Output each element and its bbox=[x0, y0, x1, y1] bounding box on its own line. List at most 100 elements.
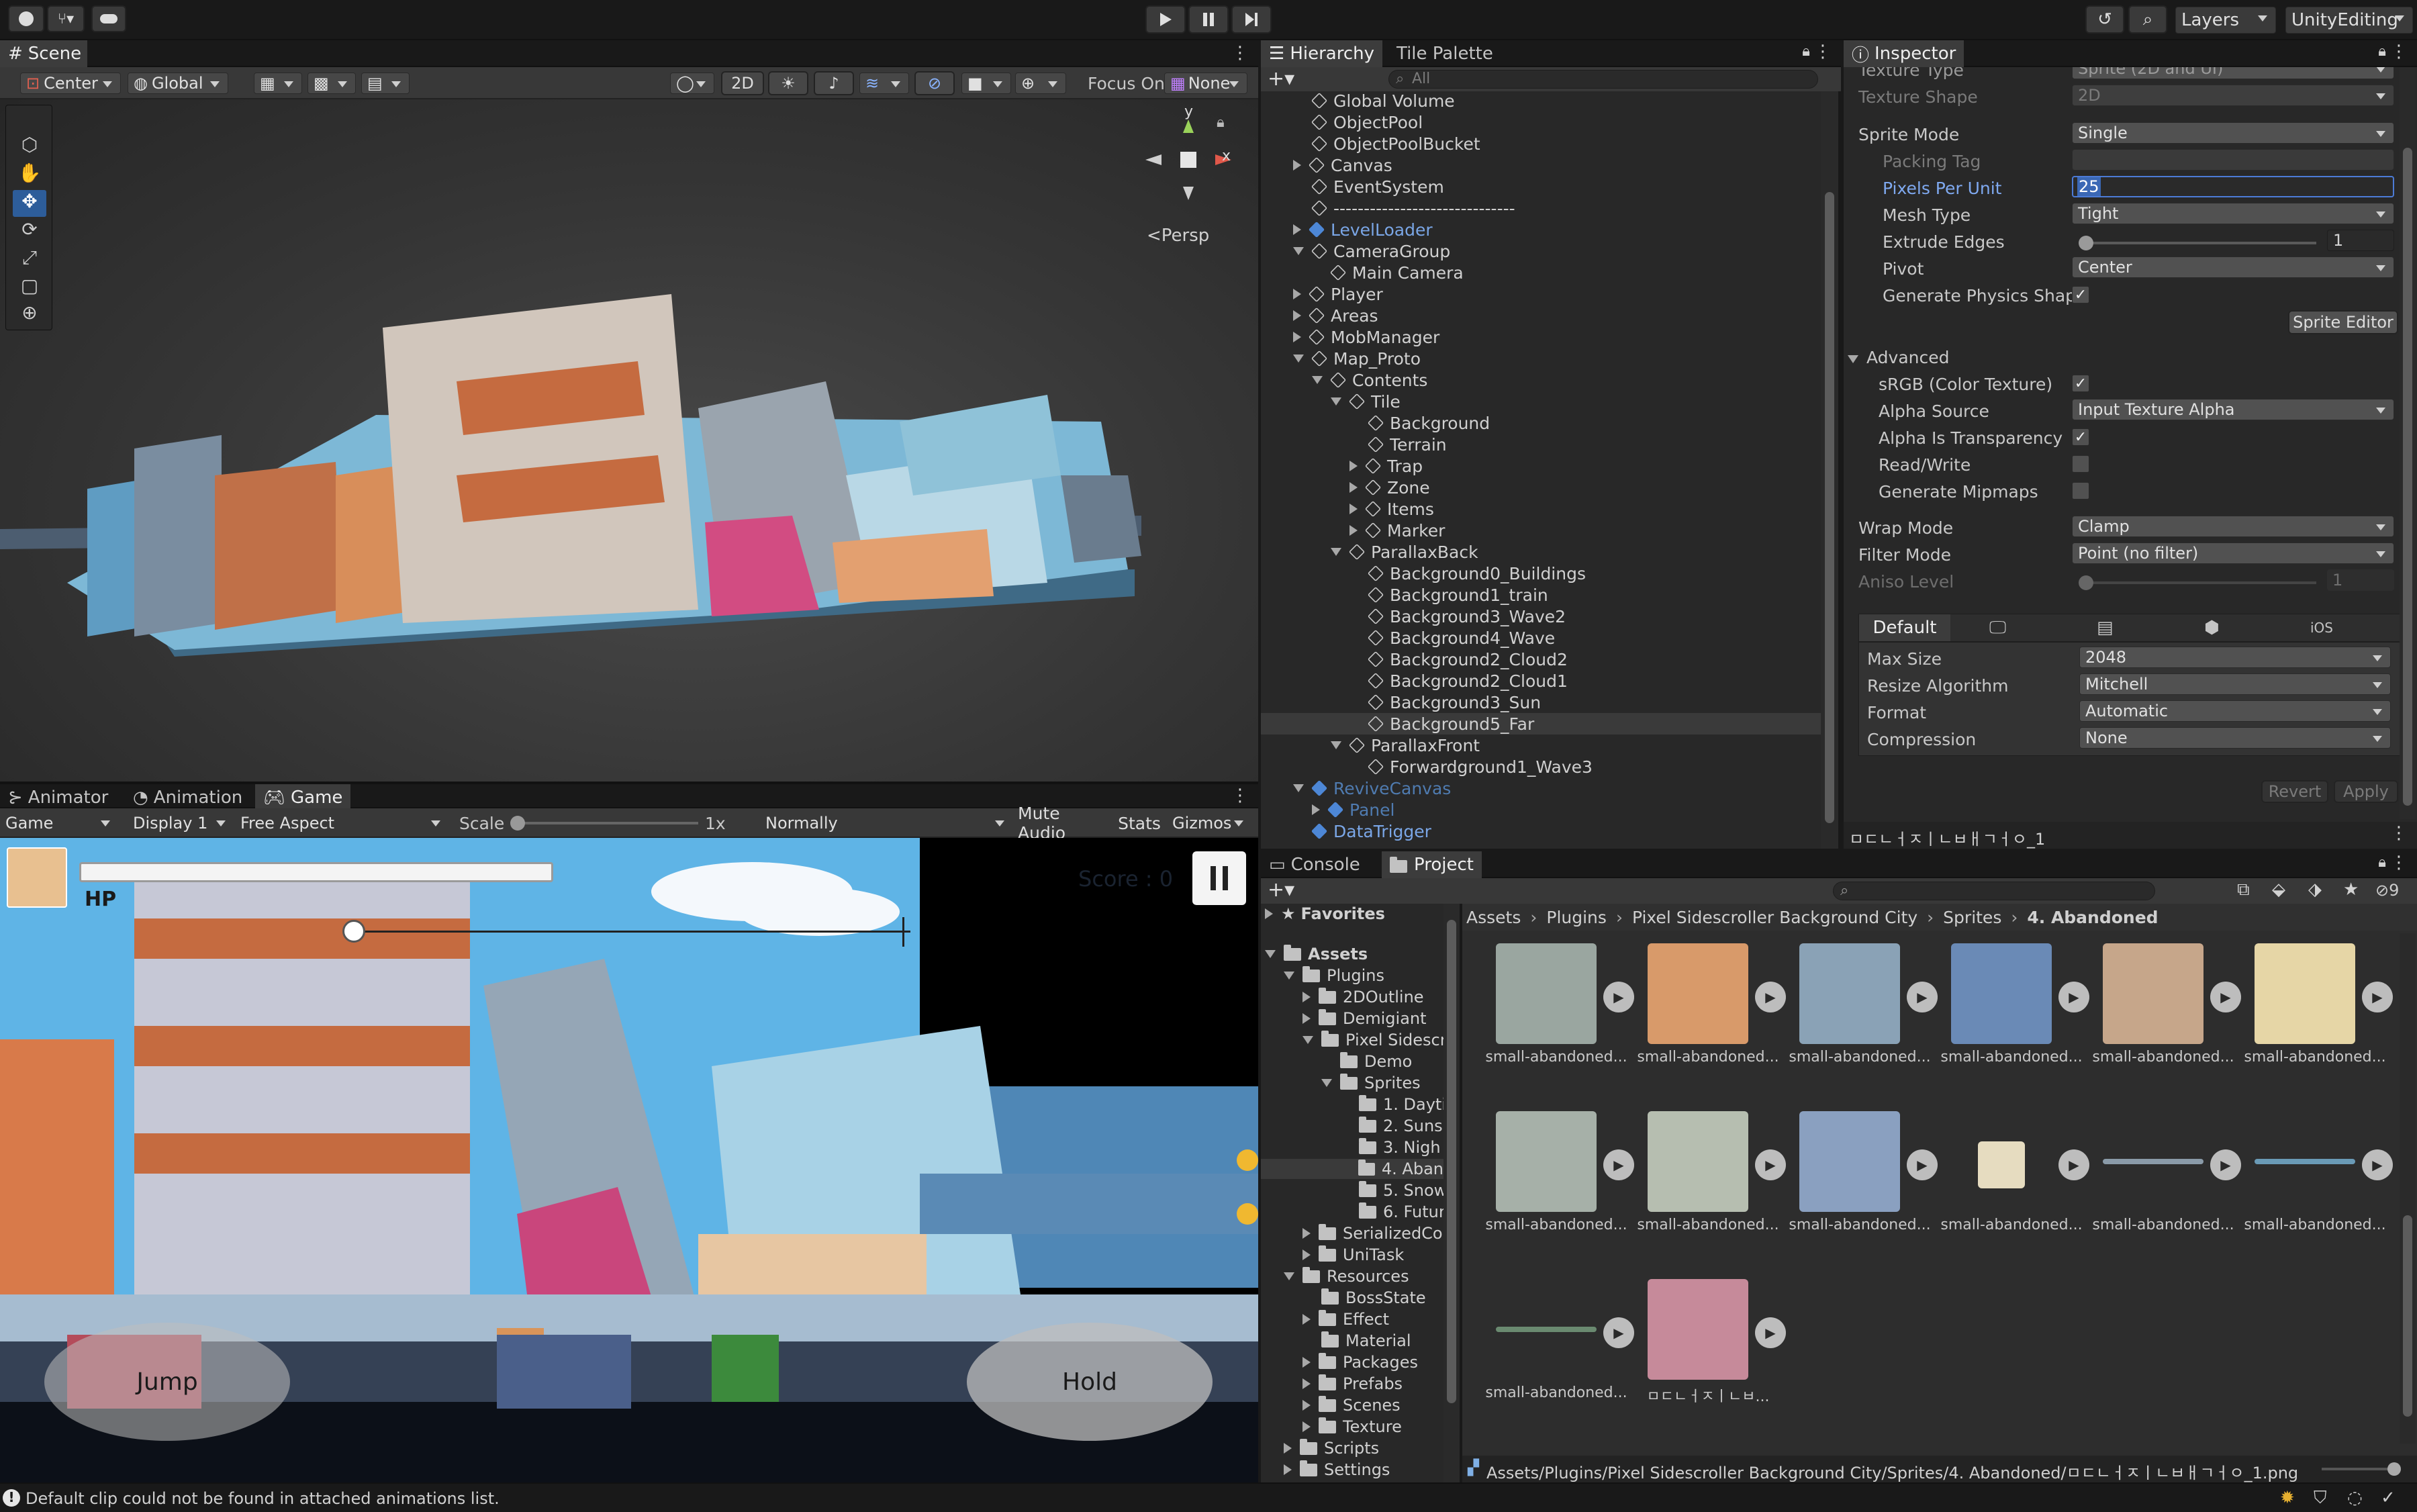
hierarchy-row[interactable]: ObjectPool bbox=[1293, 111, 1423, 133]
asset-tile[interactable]: ▶ small-abandoned... bbox=[2241, 1101, 2393, 1262]
chevron-down-icon[interactable] bbox=[1331, 397, 1341, 406]
alpha-transparency-checkbox[interactable]: ✓ bbox=[2072, 428, 2089, 446]
increment-snap-dropdown[interactable]: ▩ bbox=[307, 73, 356, 94]
breadcrumb-item[interactable]: Sprites bbox=[1943, 908, 2001, 927]
chevron-right-icon[interactable] bbox=[1284, 1443, 1292, 1454]
play-icon[interactable]: ▶ bbox=[2058, 982, 2089, 1012]
asset-tile[interactable]: ▶ small-abandoned... bbox=[1634, 933, 1786, 1094]
jump-button[interactable]: Jump bbox=[44, 1323, 290, 1441]
chevron-right-icon[interactable] bbox=[1302, 1357, 1311, 1368]
project-search[interactable]: ⌕ bbox=[1833, 882, 2155, 900]
hierarchy-row[interactable]: ReviveCanvas bbox=[1293, 777, 1451, 799]
hierarchy-row[interactable]: Panel bbox=[1312, 799, 1394, 820]
platform-tab-android[interactable]: ⬢ bbox=[2196, 614, 2228, 641]
hierarchy-row[interactable]: EventSystem bbox=[1293, 176, 1444, 197]
aim-handle[interactable] bbox=[342, 920, 365, 943]
asset-tile[interactable]: ▶ ㅁㄷㄴㅓㅈㅣㄴㅂ... bbox=[1634, 1269, 1786, 1430]
project-folder-row[interactable]: 2. Suns bbox=[1340, 1116, 1443, 1136]
hidden-objects-button[interactable]: ⊘ bbox=[914, 71, 955, 95]
hierarchy-row[interactable]: Background3_Wave2 bbox=[1349, 606, 1566, 627]
hierarchy-row[interactable]: CameraGroup bbox=[1293, 240, 1450, 262]
account-button[interactable] bbox=[8, 5, 44, 32]
aniso-slider[interactable] bbox=[2079, 575, 2316, 590]
chevron-down-icon[interactable] bbox=[1331, 548, 1341, 556]
shield-icon[interactable]: ⛉ bbox=[2314, 1488, 2327, 1509]
packing-tag-input[interactable] bbox=[2072, 149, 2394, 171]
tab-project[interactable]: Project bbox=[1382, 851, 1482, 878]
inspector-scroll-thumb[interactable] bbox=[2403, 148, 2412, 806]
aniso-slider-thumb[interactable] bbox=[2079, 575, 2093, 590]
shading-dropdown[interactable]: ◯ bbox=[670, 73, 714, 94]
project-folder-row[interactable]: Assets bbox=[1265, 944, 1368, 964]
play-icon[interactable]: ▶ bbox=[2362, 1149, 2393, 1180]
project-folder-row[interactable]: 1. Dayti bbox=[1340, 1094, 1443, 1115]
project-folder-row[interactable]: Resources bbox=[1284, 1266, 1409, 1286]
chevron-right-icon[interactable] bbox=[1293, 332, 1301, 342]
chevron-right-icon[interactable] bbox=[1302, 1421, 1311, 1432]
alpha-source-dropdown[interactable]: Input Texture Alpha bbox=[2072, 399, 2394, 420]
status-message[interactable]: Default clip could not be found in attac… bbox=[26, 1489, 500, 1508]
asset-tile[interactable]: ▶ small-abandoned... bbox=[1482, 933, 1634, 1094]
mesh-type-dropdown[interactable]: Tight bbox=[2072, 203, 2394, 224]
asset-tile[interactable]: ▶ small-abandoned... bbox=[1482, 1101, 1634, 1262]
project-folder-row[interactable]: 2DOutline bbox=[1302, 987, 1424, 1007]
game-menu-icon[interactable]: ⋮ bbox=[1231, 786, 1249, 806]
asset-tile[interactable]: ▶ small-abandoned... bbox=[1482, 1269, 1634, 1430]
gizmos-dropdown[interactable]: Gizmos bbox=[1167, 812, 1251, 834]
hierarchy-row[interactable]: Background4_Wave bbox=[1349, 627, 1555, 649]
chevron-right-icon[interactable] bbox=[1302, 1314, 1311, 1325]
project-folder-row[interactable]: Material bbox=[1302, 1331, 1411, 1351]
search-button[interactable]: ⌕ bbox=[2128, 5, 2167, 34]
asset-tile[interactable]: ▶ small-abandoned... bbox=[1786, 1101, 1938, 1262]
play-icon[interactable]: ▶ bbox=[1755, 982, 1786, 1012]
scene-menu-icon[interactable]: ⋮ bbox=[1231, 43, 1249, 63]
play-icon[interactable]: ▶ bbox=[2058, 1149, 2089, 1180]
breadcrumb-item[interactable]: Pixel Sidescroller Background City bbox=[1632, 908, 1917, 927]
chevron-down-icon[interactable] bbox=[1331, 741, 1341, 749]
chevron-right-icon[interactable] bbox=[1302, 992, 1311, 1002]
thumbnail-size-thumb[interactable] bbox=[2387, 1462, 2401, 1476]
aniso-input[interactable]: 1 bbox=[2327, 569, 2394, 591]
texture-shape-dropdown[interactable]: 2D bbox=[2072, 85, 2394, 106]
project-folder-row[interactable]: Pixel Sidescr bbox=[1302, 1030, 1443, 1050]
chevron-right-icon[interactable] bbox=[1302, 1249, 1311, 1260]
hierarchy-row[interactable]: Marker bbox=[1349, 520, 1445, 541]
tab-game[interactable]: 🎮︎ Game bbox=[255, 784, 351, 811]
tab-inspector[interactable]: ⓘ Inspector bbox=[1844, 40, 1964, 67]
asset-tile[interactable]: ▶ small-abandoned... bbox=[2089, 933, 2241, 1094]
hierarchy-row[interactable]: Tile bbox=[1331, 391, 1401, 412]
cloud-button[interactable] bbox=[91, 5, 126, 32]
asset-scrollbar[interactable] bbox=[2400, 933, 2416, 1444]
play-icon[interactable]: ▶ bbox=[1907, 982, 1938, 1012]
project-folder-row[interactable]: BossState bbox=[1302, 1288, 1426, 1308]
space-dropdown[interactable]: ◍ Global bbox=[128, 73, 228, 94]
project-add-button[interactable]: +▾ bbox=[1268, 878, 1294, 902]
chevron-right-icon[interactable] bbox=[1293, 160, 1301, 171]
play-icon[interactable]: ▶ bbox=[1755, 1317, 1786, 1348]
history-button[interactable]: ↺ bbox=[2085, 5, 2124, 34]
asset-tile[interactable]: ▶ small-abandoned... bbox=[2089, 1101, 2241, 1262]
format-dropdown[interactable]: Automatic bbox=[2079, 700, 2391, 722]
chevron-right-icon[interactable] bbox=[1349, 461, 1358, 471]
project-folder-row[interactable]: Packages bbox=[1302, 1352, 1418, 1372]
platform-tab-server[interactable]: ▤ bbox=[2089, 614, 2122, 641]
tree-scroll-thumb[interactable] bbox=[1447, 920, 1456, 1403]
play-icon[interactable]: ▶ bbox=[1603, 982, 1634, 1012]
aspect-dropdown[interactable]: Free Aspect bbox=[235, 812, 448, 834]
footer-menu-icon[interactable]: ⋮ bbox=[2390, 823, 2408, 843]
pivot-dropdown[interactable]: ⊡ Center bbox=[20, 73, 121, 94]
lighting-button[interactable]: ☀ bbox=[768, 71, 808, 95]
hierarchy-row[interactable]: Background bbox=[1349, 412, 1490, 434]
pivot-dropdown-inspector[interactable]: Center bbox=[2072, 256, 2394, 278]
asset-scroll-thumb[interactable] bbox=[2403, 1215, 2412, 1417]
game-mode-dropdown[interactable]: Game bbox=[0, 812, 118, 834]
hierarchy-row[interactable]: ParallaxBack bbox=[1331, 541, 1478, 563]
collab-button[interactable]: ⑂▾ bbox=[47, 5, 85, 32]
chevron-down-icon[interactable] bbox=[1265, 950, 1276, 958]
chevron-right-icon[interactable] bbox=[1302, 1013, 1311, 1024]
revert-button[interactable]: Revert bbox=[2261, 780, 2328, 803]
mode-2d-button[interactable]: 2D bbox=[721, 71, 764, 95]
srgb-checkbox[interactable]: ✓ bbox=[2072, 375, 2089, 392]
play-icon[interactable]: ▶ bbox=[1603, 1317, 1634, 1348]
asset-tile[interactable]: ▶ small-abandoned... bbox=[2241, 933, 2393, 1094]
